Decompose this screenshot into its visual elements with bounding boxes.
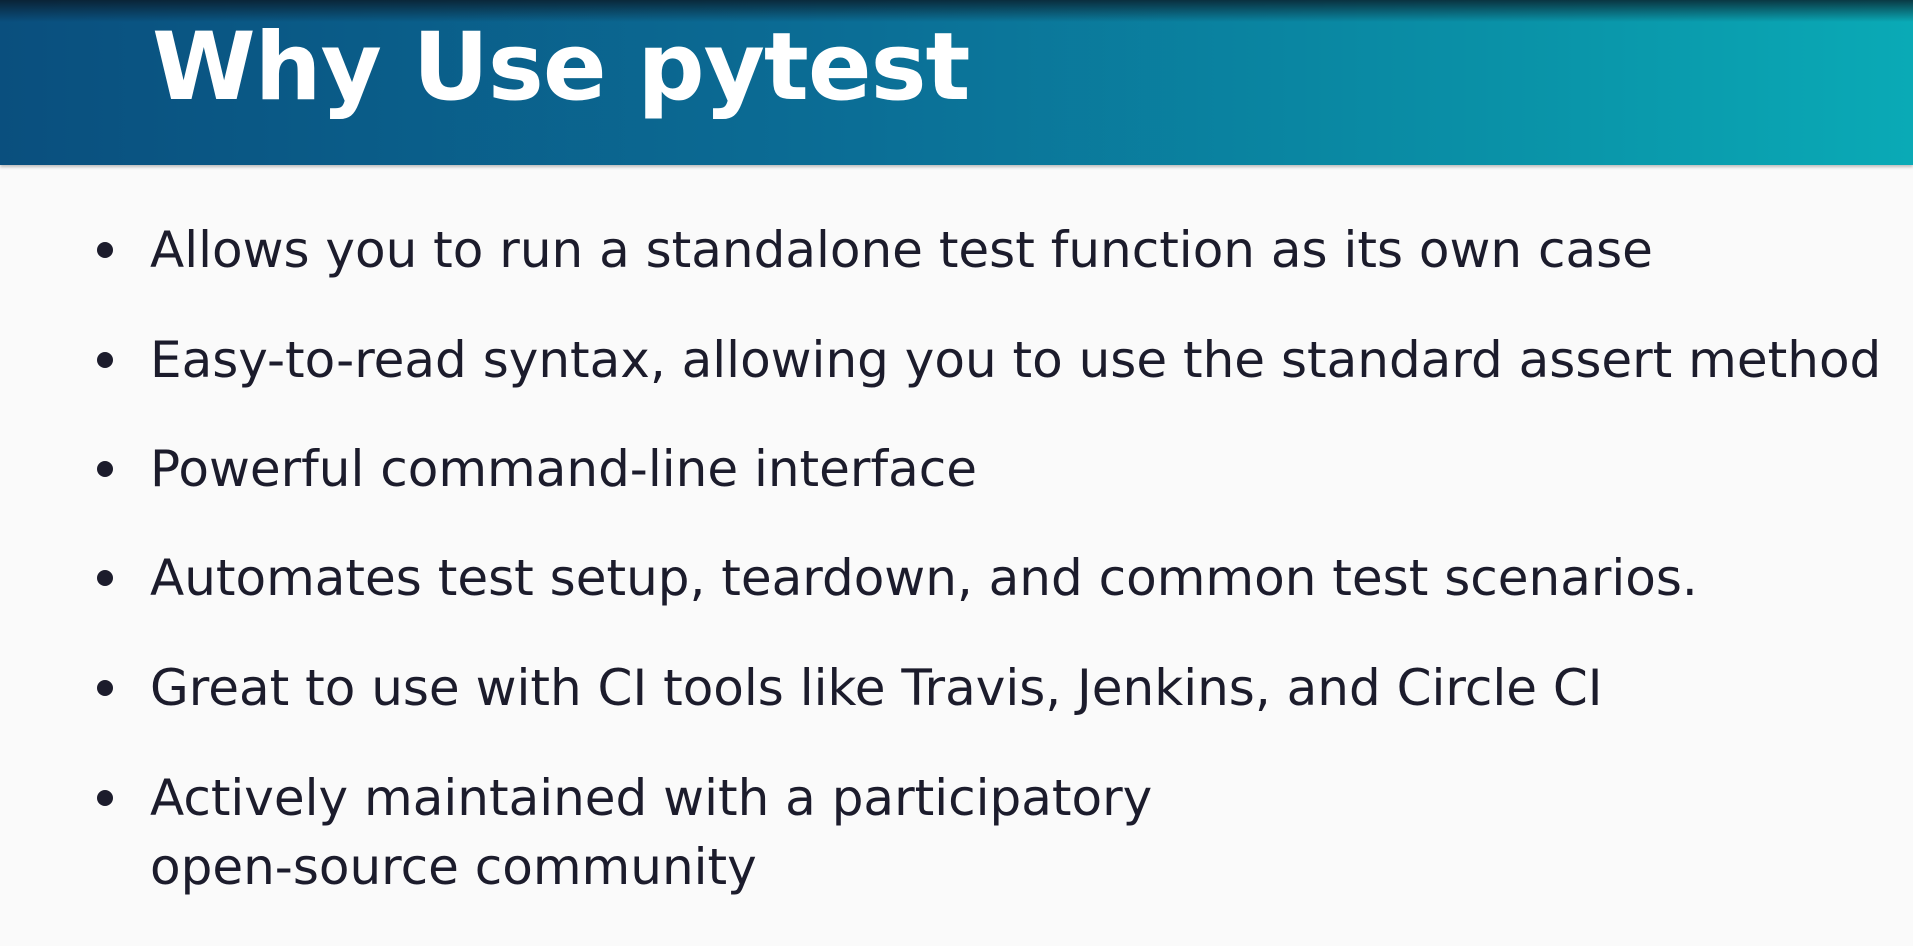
bullet-dot-icon [97,352,113,368]
bullet-text: Automates test setup, teardown, and comm… [150,549,1698,607]
bullet-dot-icon [97,570,113,586]
bullet-dot-icon [97,790,113,806]
bullet-text: Actively maintained with a participatory [150,769,1153,827]
bullet-dot-icon [97,461,113,477]
bullet-text: Easy-to-read syntax, allowing you to use… [150,331,1882,389]
bullet-text: Allows you to run a standalone test func… [150,221,1653,279]
slide: Why Use pytest Allows you to run a stand… [0,0,1913,946]
bullet-dot-icon [97,680,113,696]
title-banner: Why Use pytest [0,0,1913,165]
bullet-text: Great to use with CI tools like Travis, … [150,659,1603,717]
bullet-text: Powerful command-line interface [150,440,977,498]
bullet-text-continued: open-source community [150,838,757,896]
slide-title: Why Use pytest [152,13,970,122]
bullet-dot-icon [97,242,113,258]
